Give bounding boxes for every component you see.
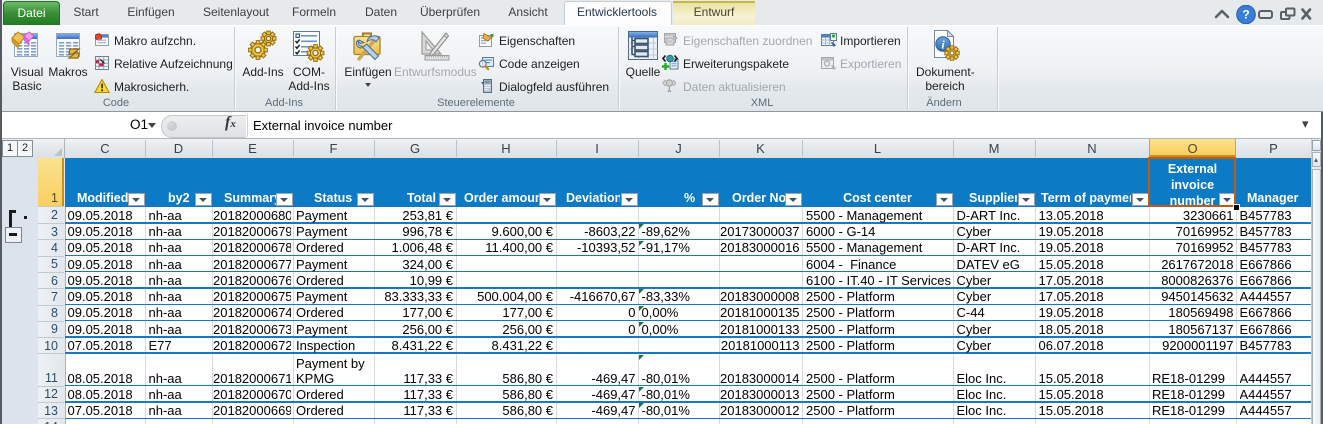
svg-text:?: ? [1242, 8, 1249, 22]
